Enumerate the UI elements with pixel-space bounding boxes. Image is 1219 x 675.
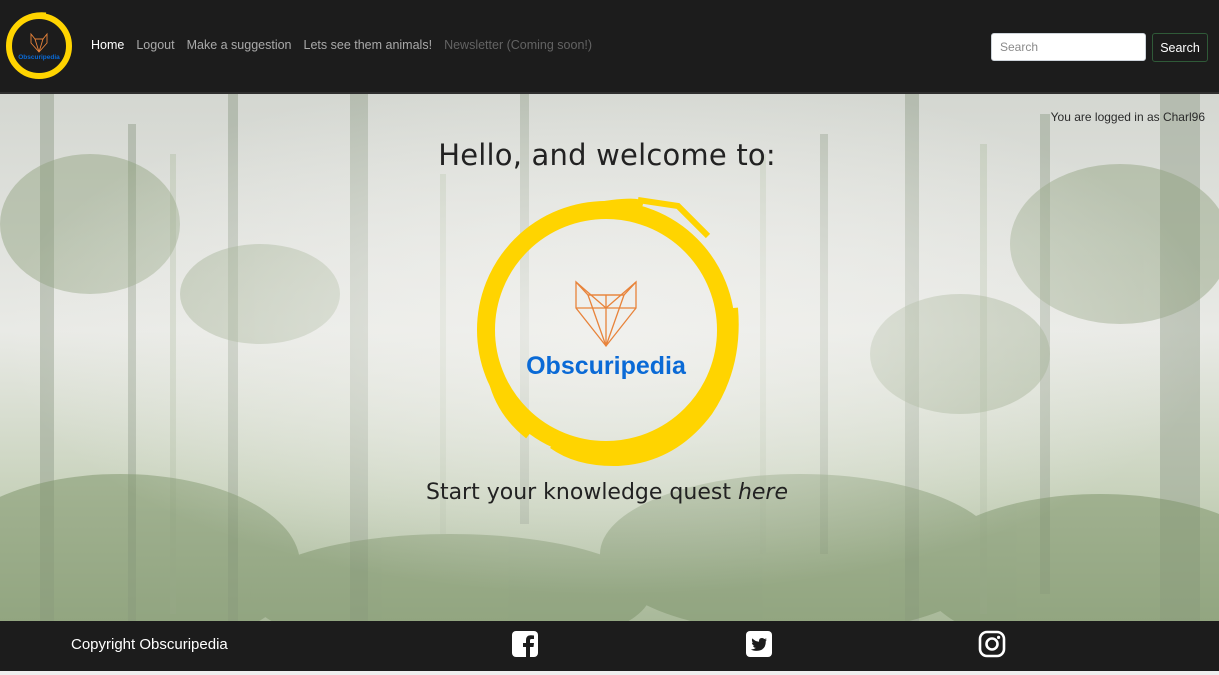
obscuripedia-hero-logo: Obscuripedia xyxy=(477,197,739,467)
hero-section: You are logged in as Charl96 Hello, and … xyxy=(0,94,1219,621)
nav-newsletter: Newsletter (Coming soon!) xyxy=(444,38,593,52)
cta-here-link[interactable]: here xyxy=(738,480,788,505)
search-input[interactable] xyxy=(991,33,1146,61)
fox-icon xyxy=(575,280,637,348)
obscuripedia-logo[interactable]: Obscuripedia xyxy=(4,10,74,82)
copyright-text: Copyright Obscuripedia xyxy=(71,636,228,653)
facebook-icon[interactable] xyxy=(511,630,539,658)
logo-brand-text: Obscuripedia xyxy=(18,54,60,61)
nav-animals[interactable]: Lets see them animals! xyxy=(304,38,433,52)
search-button[interactable]: Search xyxy=(1152,33,1208,62)
navbar: Obscuripedia Home Logout Make a suggesti… xyxy=(0,0,1219,94)
nav-home[interactable]: Home xyxy=(91,38,124,52)
logged-in-status: You are logged in as Charl96 xyxy=(1050,110,1205,124)
hero-brand-text: Obscuripedia xyxy=(526,352,687,380)
nav-make-suggestion[interactable]: Make a suggestion xyxy=(187,38,292,52)
nav-links: Home Logout Make a suggestion Lets see t… xyxy=(91,38,604,52)
twitter-icon[interactable] xyxy=(745,630,773,658)
cta-prefix: Start your knowledge quest xyxy=(425,480,738,505)
instagram-icon[interactable] xyxy=(978,630,1006,658)
footer: Copyright Obscuripedia xyxy=(0,621,1219,671)
cta-text: Start your knowledge quest here xyxy=(0,480,1214,505)
nav-logout[interactable]: Logout xyxy=(136,38,174,52)
page-bottom-strip xyxy=(0,671,1219,675)
welcome-heading: Hello, and welcome to: xyxy=(438,138,776,172)
